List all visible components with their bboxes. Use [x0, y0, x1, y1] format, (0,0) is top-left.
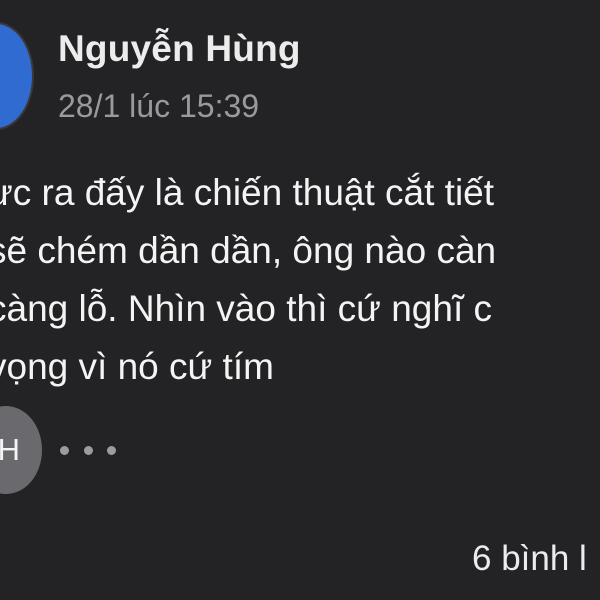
author-name[interactable]: Nguyễn Hùng [58, 28, 301, 70]
more-dots-icon [83, 445, 93, 455]
post-body-line: vọng vì nó cứ tím [0, 346, 274, 387]
comments-count-link[interactable]: 6 bình l [472, 539, 587, 579]
more-options-button[interactable] [60, 438, 116, 462]
post-body-line: ực ra đấy là chiến thuật cắt tiết [0, 172, 495, 213]
post-card: Nguyễn Hùng 28/1 lúc 15:39 ực ra đấy là … [0, 0, 600, 600]
commenter-avatar[interactable]: H [0, 406, 42, 494]
more-dots-icon [60, 445, 69, 455]
post-body: ực ra đấy là chiến thuật cắt tiết sẽ ché… [0, 164, 496, 396]
author-avatar[interactable] [0, 24, 32, 128]
post-timestamp[interactable]: 28/1 lúc 15:39 [58, 88, 259, 125]
post-body-line: càng lỗ. Nhìn vào thì cứ nghĩ c [0, 288, 492, 329]
post-body-line: sẽ chém dần dần, ông nào càn [0, 230, 497, 271]
more-dots-icon [107, 445, 116, 455]
